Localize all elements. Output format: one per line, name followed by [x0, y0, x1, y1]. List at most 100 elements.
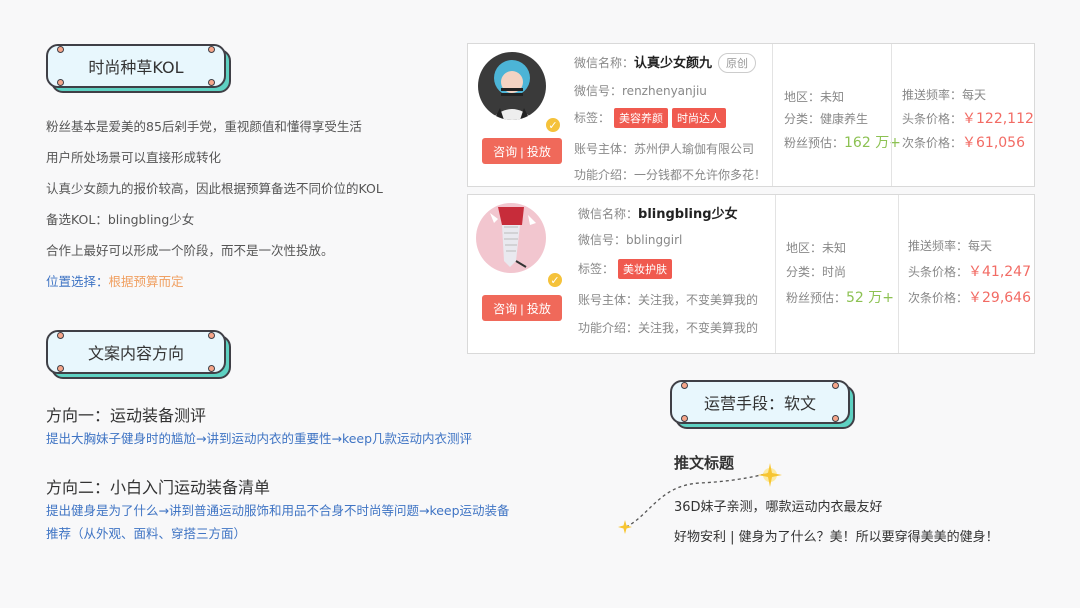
tags-label: 标签：: [578, 262, 615, 276]
column-divider: [772, 44, 773, 186]
ask-place-button[interactable]: 咨询 | 投放: [482, 138, 562, 164]
region: 地区：未知: [784, 90, 845, 104]
badge-dot: [57, 332, 64, 339]
fans-row: 粉丝预估：162 万+: [784, 132, 901, 152]
post-title-2: 好物安利 | 健身为了什么？美！所以要穿得美美的健身！: [674, 530, 999, 545]
badge-dot: [208, 46, 215, 53]
push-frequency: 推送频率：每天: [908, 239, 993, 253]
sparkle-star-icon: [618, 520, 632, 534]
fans-value: 162 万+: [844, 135, 901, 151]
kol-note-1: 粉丝基本是爱美的85后剁手党，重视颜值和懂得享受生活: [46, 119, 362, 134]
owner-row: 账号主体：苏州伊人瑜伽有限公司: [574, 140, 754, 157]
wechat-id-row: 微信号：renzhenyanjiu: [574, 82, 707, 99]
head-price: ￥122,112: [962, 111, 1034, 127]
intro-label: 功能介绍：: [574, 168, 635, 182]
avatar: [476, 203, 546, 273]
direction-1-title: 方向一：运动装备测评: [46, 406, 207, 425]
head-price: ￥41,247: [968, 264, 1032, 280]
badge-dot: [208, 365, 215, 372]
head-price-label: 头条价格：: [908, 265, 969, 279]
tag-beauty: 美容养颜: [614, 108, 669, 128]
kol-card-2: ✓ 咨询 | 投放 微信名称：blingbling少女 微信号：bblinggi…: [467, 194, 1035, 354]
badge-label: 时尚种草KOL: [46, 44, 226, 88]
head-price-label: 头条价格：: [902, 112, 963, 126]
badge-dot: [681, 415, 688, 422]
sparkle-star-icon: [758, 463, 782, 487]
badge-dot: [681, 382, 688, 389]
kol-note-3: 认真少女颜九的报价较高，因此根据预算备选不同价位的KOL: [46, 181, 383, 196]
intro-value: 一分钱都不允许你多花！: [634, 168, 767, 182]
badge-dot: [832, 415, 839, 422]
avatar: [478, 52, 546, 120]
category: 分类：时尚: [786, 265, 847, 279]
second-price: ￥29,646: [968, 290, 1032, 306]
owner-label: 账号主体：: [574, 142, 635, 156]
wechat-name-label: 微信名称：: [574, 56, 635, 70]
kol-note-5: 合作上最好可以形成一个阶段，而不是一次性投放。: [46, 243, 334, 258]
wechat-id-label: 微信号：: [578, 233, 627, 247]
owner-value: 苏州伊人瑜伽有限公司: [634, 142, 755, 156]
intro-row: 功能介绍：一分钱都不允许你多花！: [574, 166, 766, 183]
badge-dot: [832, 382, 839, 389]
ask-place-button[interactable]: 咨询 | 投放: [482, 295, 562, 321]
tags-label: 标签：: [574, 111, 611, 125]
owner-row: 账号主体：关注我，不变美算我的: [578, 291, 758, 308]
region: 地区：未知: [786, 241, 847, 255]
wechat-name: blingbling少女: [638, 207, 738, 222]
intro-label: 功能介绍：: [578, 321, 639, 335]
badge-operation: 运营手段：软文: [670, 380, 855, 429]
verified-check-icon: ✓: [544, 116, 562, 134]
badge-fashion-kol: 时尚种草KOL: [46, 44, 231, 93]
wechat-name-row: 微信名称：认真少女颜九 原创: [574, 52, 757, 73]
badge-dot: [57, 79, 64, 86]
second-price-label: 次条价格：: [902, 136, 963, 150]
badge-dot: [57, 365, 64, 372]
direction-2-title: 方向二：小白入门运动装备清单: [46, 478, 271, 497]
wechat-id-label: 微信号：: [574, 84, 623, 98]
badge-dot: [208, 79, 215, 86]
wechat-id: renzhenyanjiu: [622, 84, 707, 98]
kol-note-4: 备选KOL：blingbling少女: [46, 212, 195, 227]
tag-makeup: 美妆护肤: [618, 259, 673, 279]
tags-row: 标签： 美妆护肤: [578, 259, 673, 279]
tags-row: 标签： 美容养颜 时尚达人: [574, 108, 727, 128]
second-price: ￥61,056: [962, 135, 1026, 151]
second-price-row: 次条价格：￥61,056: [902, 132, 1025, 152]
owner-value: 关注我，不变美算我的: [638, 293, 759, 307]
head-price-row: 头条价格：￥41,247: [908, 261, 1031, 281]
intro-row: 功能介绍：关注我，不变美算我的: [578, 319, 758, 336]
second-price-row: 次条价格：￥29,646: [908, 287, 1031, 307]
direction-2-desc: 提出健身是为了什么→讲到普通运动服饰和用品不合身不时尚等问题→keep运动装备推…: [46, 503, 510, 541]
original-badge: 原创: [718, 53, 757, 73]
avatar-portrait-icon: [478, 52, 546, 120]
owner-label: 账号主体：: [578, 293, 639, 307]
kol-note-2: 用户所处场景可以直接形成转化: [46, 150, 222, 165]
wechat-id: bblinggirl: [626, 233, 683, 247]
wechat-name: 认真少女颜九: [634, 56, 713, 71]
column-divider: [891, 44, 892, 186]
intro-value: 关注我，不变美算我的: [638, 321, 759, 335]
fans-label: 粉丝预估：: [786, 291, 847, 305]
badge-dot: [208, 332, 215, 339]
wechat-id-row: 微信号：bblinggirl: [578, 231, 682, 248]
fans-label: 粉丝预估：: [784, 136, 845, 150]
verified-check-icon: ✓: [546, 271, 564, 289]
fans-value: 52 万+: [846, 290, 895, 306]
tag-fashion: 时尚达人: [672, 108, 727, 128]
kol-card-1: ✓ 咨询 | 投放 微信名称：认真少女颜九 原创 微信号：renzhenyanji…: [467, 43, 1035, 187]
badge-label: 运营手段：软文: [670, 380, 850, 424]
location-label: 位置选择：: [46, 274, 109, 289]
post-title-1: 36D妹子亲测，哪款运动内衣最友好: [674, 500, 883, 515]
head-price-row: 头条价格：￥122,112: [902, 108, 1034, 128]
post-title-heading: 推文标题: [674, 454, 735, 472]
wechat-name-row: 微信名称：blingbling少女: [578, 203, 738, 222]
fans-row: 粉丝预估：52 万+: [786, 287, 894, 307]
second-price-label: 次条价格：: [908, 291, 969, 305]
direction-1-desc: 提出大胸妹子健身时的尴尬→讲到运动内衣的重要性→keep几款运动内衣测评: [46, 431, 473, 446]
wechat-name-label: 微信名称：: [578, 207, 639, 221]
avatar-boots-icon: [476, 203, 546, 273]
column-divider: [898, 195, 899, 353]
location-row: 位置选择：根据预算而定: [46, 271, 184, 290]
badge-label: 文案内容方向: [46, 330, 226, 374]
category: 分类：健康养生: [784, 112, 869, 126]
